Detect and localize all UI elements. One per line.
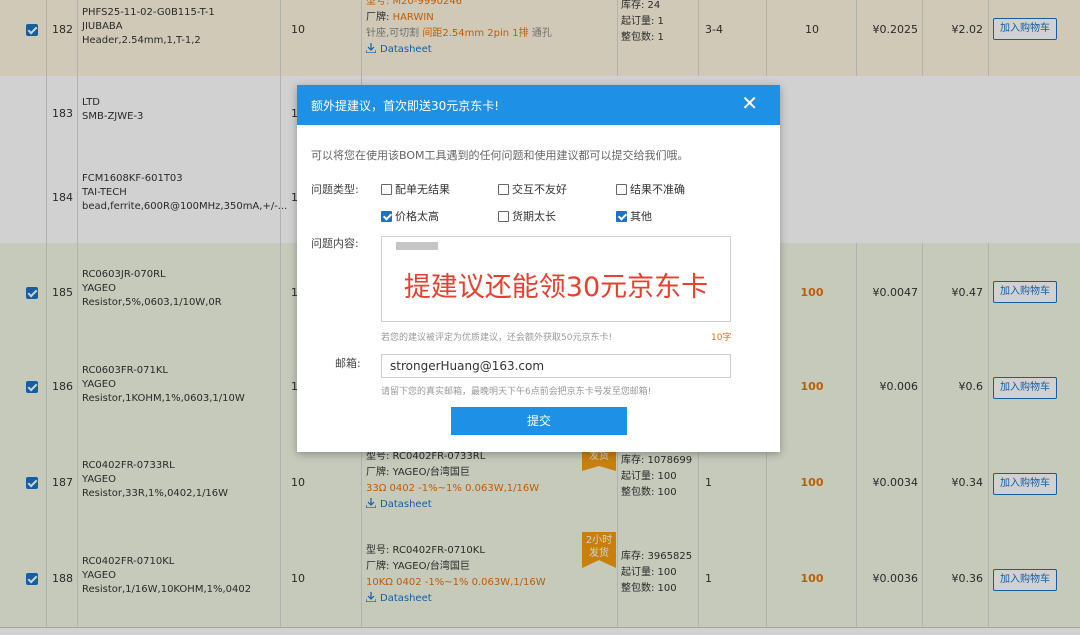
content-textarea[interactable]: 提建议还能领30元京东卡 bbox=[381, 236, 731, 322]
promo-text: 提建议还能领30元京东卡 bbox=[403, 272, 709, 303]
feedback-modal: 额外提建议，首次即送30元京东卡! ✕ 可以将您在使用该BOM工具遇到的任何问题… bbox=[297, 85, 780, 452]
email-field[interactable]: strongerHuang@163.com bbox=[381, 354, 731, 378]
email-hint: 请留下您的真实邮箱，最晚明天下午6点前会把京东卡号发至您邮箱! bbox=[381, 387, 652, 397]
email-label: 邮箱: bbox=[335, 357, 361, 370]
blurred-text bbox=[396, 242, 438, 250]
modal-header: 额外提建议，首次即送30元京东卡! ✕ bbox=[297, 85, 780, 125]
char-count: 10字 bbox=[711, 333, 732, 343]
option-no-result[interactable]: 配单无结果 bbox=[381, 181, 450, 197]
checkbox-icon[interactable] bbox=[381, 184, 392, 195]
checkbox-icon[interactable] bbox=[498, 184, 509, 195]
content-hint: 若您的建议被评定为优质建议，还会额外获取50元京东卡! bbox=[381, 333, 613, 343]
checkbox-icon[interactable] bbox=[498, 211, 509, 222]
checkbox-icon[interactable] bbox=[616, 184, 627, 195]
option-price-high[interactable]: 价格太高 bbox=[381, 208, 439, 224]
modal-intro: 可以将您在使用该BOM工具遇到的任何问题和使用建议都可以提交给我们哦。 bbox=[311, 149, 689, 162]
option-label: 配单无结果 bbox=[395, 183, 450, 196]
option-label: 结果不准确 bbox=[630, 183, 685, 196]
option-other[interactable]: 其他 bbox=[616, 208, 652, 224]
checkbox-icon[interactable] bbox=[616, 211, 627, 222]
option-bad-interaction[interactable]: 交互不友好 bbox=[498, 181, 567, 197]
option-long-lead[interactable]: 货期太长 bbox=[498, 208, 556, 224]
content-label: 问题内容: bbox=[311, 237, 359, 250]
modal-title: 额外提建议，首次即送30元京东卡! bbox=[311, 99, 500, 113]
close-icon[interactable]: ✕ bbox=[741, 91, 758, 115]
option-label: 货期太长 bbox=[512, 210, 556, 223]
checkbox-icon[interactable] bbox=[381, 211, 392, 222]
submit-button[interactable]: 提交 bbox=[451, 407, 627, 435]
option-label: 交互不友好 bbox=[512, 183, 567, 196]
option-label: 价格太高 bbox=[395, 210, 439, 223]
option-label: 其他 bbox=[630, 210, 652, 223]
option-inaccurate[interactable]: 结果不准确 bbox=[616, 181, 685, 197]
problem-type-label: 问题类型: bbox=[311, 183, 359, 196]
